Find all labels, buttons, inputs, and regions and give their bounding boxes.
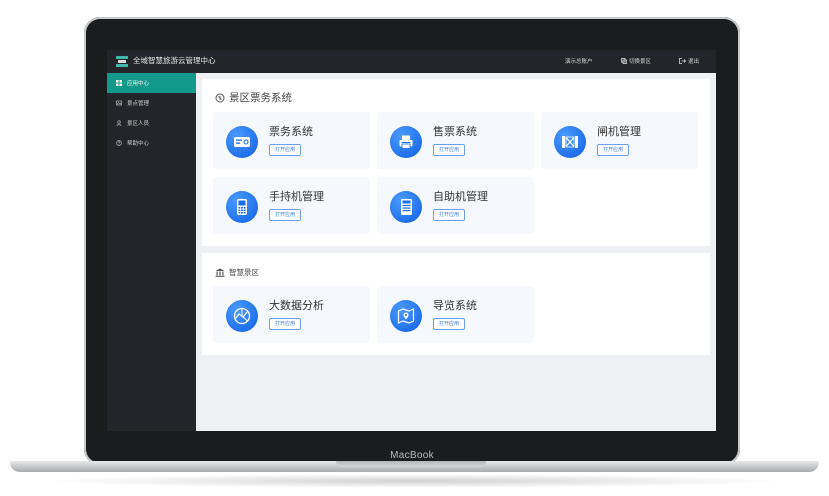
section-title-text: 智慧景区 [229, 268, 259, 277]
sidebar-item-staff[interactable]: 景区人员 [107, 113, 196, 133]
section-title-text: 景区票务系统 [229, 92, 292, 104]
help-icon [116, 140, 122, 146]
open-app-button[interactable]: 打开应用 [433, 209, 466, 221]
app-card-name: 闸机管理 [597, 125, 641, 138]
section-title: 景区票务系统 [215, 90, 292, 105]
sidebar-item-label: 应用中心 [127, 81, 150, 87]
grid-icon [116, 80, 122, 86]
laptop-shadow [40, 474, 789, 488]
sidebar-item-label: 景区人员 [127, 121, 150, 127]
logout-button[interactable]: 退出 [679, 57, 699, 65]
open-app-button[interactable]: 打开应用 [433, 318, 466, 330]
handheld-icon [226, 191, 258, 223]
open-app-button[interactable]: 打开应用 [597, 144, 630, 156]
open-app-button[interactable]: 打开应用 [269, 209, 302, 221]
ticket-circle-icon [215, 93, 225, 102]
app-card-big-data: 大数据分析 打开应用 [213, 286, 370, 343]
sidebar: 应用中心 景点管理 景区人员 帮助中心 [107, 73, 196, 431]
app-card-ticketing: 票务系统 打开应用 [213, 112, 370, 169]
chart-icon [226, 300, 258, 332]
sidebar-item-label: 景点管理 [127, 101, 150, 107]
section-title: 智慧景区 [215, 267, 259, 278]
app-screen: 全域智慧旅游云管理中心 演示总账户 切换景区 退出 应用中心 景点管理 景区人员… [107, 50, 716, 431]
top-bar: 全域智慧旅游云管理中心 演示总账户 切换景区 退出 [107, 50, 716, 73]
account-menu[interactable]: 演示总账户 [565, 57, 593, 65]
app-card-ticket-sales: 售票系统 打开应用 [377, 112, 534, 169]
switch-label: 切换景区 [629, 59, 652, 65]
app-card-name: 大数据分析 [269, 299, 324, 312]
device-brand-label: MacBook [390, 450, 434, 461]
kiosk-icon [390, 191, 422, 223]
account-label: 演示总账户 [565, 59, 593, 65]
app-card-name: 票务系统 [269, 125, 313, 138]
app-card-name: 导览系统 [433, 299, 477, 312]
app-card-gate: 闸机管理 打开应用 [541, 112, 698, 169]
sidebar-item-scenic[interactable]: 景点管理 [107, 93, 196, 113]
open-app-button[interactable]: 打开应用 [269, 318, 302, 330]
gate-icon [554, 126, 586, 158]
app-card-name: 手持机管理 [269, 190, 324, 203]
ticketing-section: 景区票务系统 票务系统 打开应用 售票系统 打开应用 闸机管理 打开应用 手持机… [202, 79, 710, 246]
bank-icon [215, 268, 225, 277]
map-pin-icon [390, 300, 422, 332]
sidebar-item-app-center[interactable]: 应用中心 [107, 73, 196, 93]
open-app-button[interactable]: 打开应用 [433, 144, 466, 156]
ticket-icon [226, 126, 258, 158]
open-app-button[interactable]: 打开应用 [269, 144, 302, 156]
app-card-name: 自助机管理 [433, 190, 488, 203]
app-logo-icon [116, 56, 128, 67]
app-card-kiosk: 自助机管理 打开应用 [377, 177, 534, 234]
app-title: 全域智慧旅游云管理中心 [133, 56, 216, 65]
app-card-guide: 导览系统 打开应用 [377, 286, 534, 343]
scenic-icon [116, 100, 122, 106]
sidebar-item-label: 帮助中心 [127, 141, 150, 147]
sidebar-item-help[interactable]: 帮助中心 [107, 133, 196, 153]
app-card-handheld: 手持机管理 打开应用 [213, 177, 370, 234]
switch-icon [621, 58, 627, 64]
logout-icon [679, 58, 686, 64]
smart-scenic-section: 智慧景区 大数据分析 打开应用 导览系统 打开应用 [202, 253, 710, 355]
person-icon [116, 120, 122, 126]
main-content: 景区票务系统 票务系统 打开应用 售票系统 打开应用 闸机管理 打开应用 手持机… [196, 73, 716, 431]
app-card-name: 售票系统 [433, 125, 477, 138]
logout-label: 退出 [688, 59, 700, 65]
laptop-notch [336, 461, 486, 467]
switch-scenic-button[interactable]: 切换景区 [621, 57, 651, 65]
printer-icon [390, 126, 422, 158]
